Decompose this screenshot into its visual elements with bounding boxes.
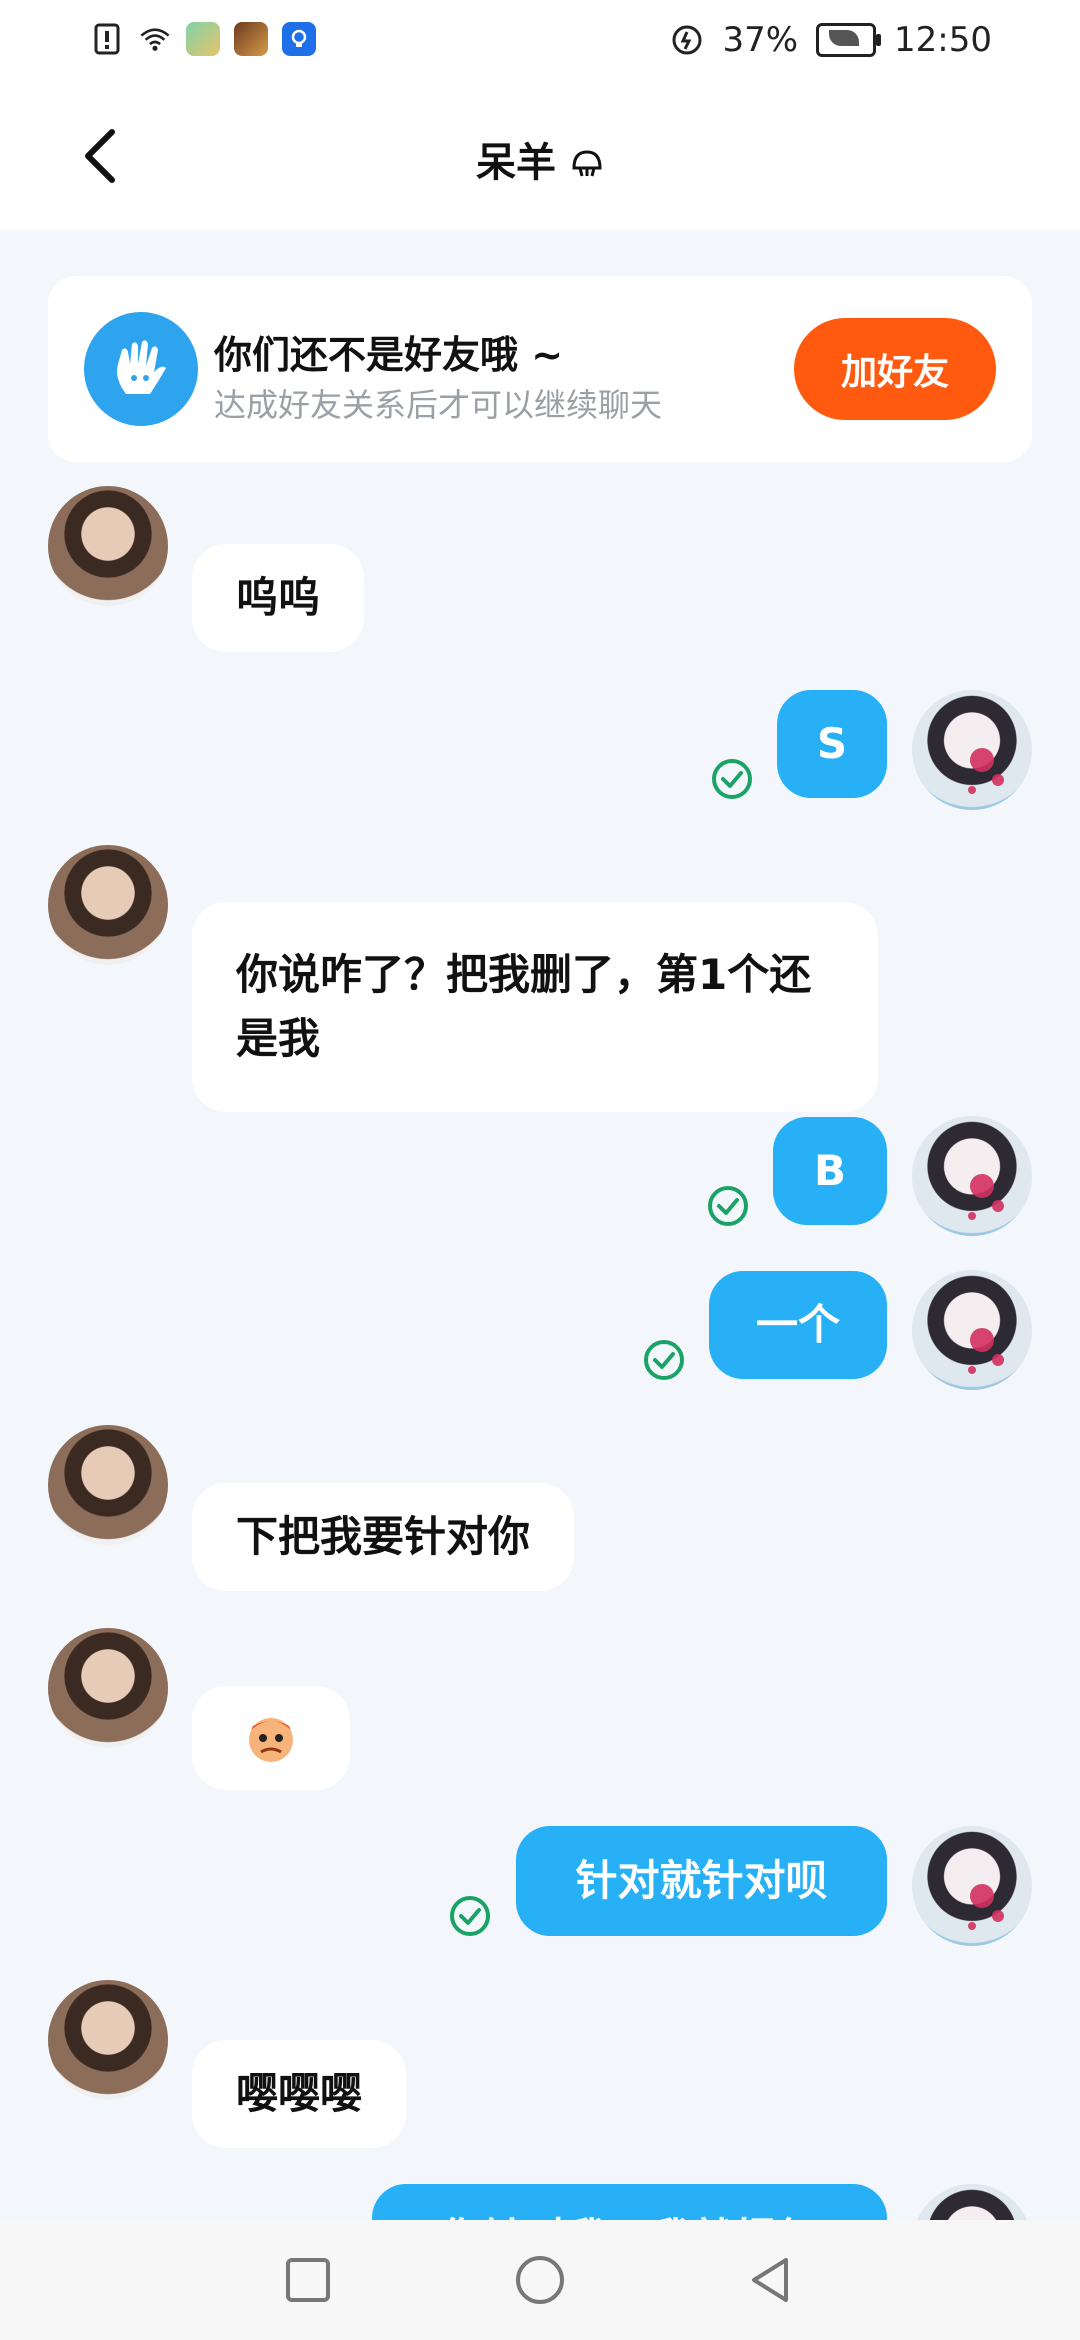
bulb-app-icon: [282, 22, 316, 56]
clock: 12:50: [894, 20, 992, 60]
message-text: S: [816, 719, 848, 768]
message-text: 针对就针对呗: [575, 1856, 828, 1905]
banner-title: 你们还不是好友哦 ~: [214, 333, 564, 377]
message-bubble-incoming[interactable]: 呜呜: [192, 544, 365, 652]
game-app-2-icon: [234, 22, 268, 56]
message-bubble-outgoing[interactable]: 针对就针对呗: [516, 1826, 887, 1936]
message-bubble-outgoing[interactable]: S: [777, 690, 887, 798]
waving-hand-icon: [84, 312, 198, 426]
battery-icon: [816, 23, 882, 57]
my-avatar[interactable]: [912, 1116, 1032, 1236]
message-text: 一个: [755, 1300, 840, 1349]
message-bubble-incoming[interactable]: 下把我要针对你: [192, 1483, 575, 1591]
chat-title: 呆羊: [0, 130, 1080, 188]
message-text: 呜呜: [236, 573, 321, 622]
status-bar: 37% 12:50: [0, 0, 1080, 86]
status-icons-right: 37% 12:50: [670, 20, 992, 60]
contact-avatar[interactable]: [48, 845, 168, 965]
battery-percent: 37%: [722, 20, 799, 60]
contact-avatar[interactable]: [48, 1980, 168, 2100]
message-text: 你说咋了？把我删了，第1个还是我: [236, 950, 812, 1063]
message-bubble-incoming[interactable]: [192, 1686, 350, 1790]
message-bubble-incoming[interactable]: 嘤嘤嘤: [192, 2040, 407, 2148]
read-check-icon: [644, 1340, 684, 1380]
my-avatar[interactable]: [912, 1826, 1032, 1946]
system-nav-bar: [0, 2220, 1080, 2340]
message-text: 嘤嘤嘤: [236, 2069, 363, 2118]
wifi-icon: [138, 22, 172, 56]
game-app-icon: [186, 22, 220, 56]
back-nav-button[interactable]: [738, 2248, 802, 2312]
monkey-sticker-icon: [249, 1718, 293, 1762]
read-check-icon: [712, 759, 752, 799]
chat-header: 呆羊: [0, 86, 1080, 230]
message-text: B: [813, 1146, 846, 1195]
message-bubble-outgoing[interactable]: B: [773, 1117, 887, 1225]
battery-saver-icon: [672, 25, 702, 55]
shell-icon: [572, 150, 602, 177]
banner-subtitle: 达成好友关系后才可以继续聊天: [214, 386, 663, 424]
not-friends-banner: 你们还不是好友哦 ~ 达成好友关系后才可以继续聊天 加好友: [48, 276, 1032, 462]
contact-avatar[interactable]: [48, 486, 168, 606]
status-icons-left: [90, 22, 316, 56]
message-bubble-outgoing[interactable]: 一个: [709, 1271, 887, 1379]
home-icon: [516, 2256, 564, 2304]
message-bubble-incoming[interactable]: 你说咋了？把我删了，第1个还是我: [192, 902, 878, 1112]
my-avatar[interactable]: [912, 1270, 1032, 1390]
contact-avatar[interactable]: [48, 1628, 168, 1748]
recent-apps-button[interactable]: [276, 2248, 340, 2312]
sim-alert-icon: [90, 22, 124, 56]
back-icon: [752, 2258, 788, 2302]
recent-apps-icon: [286, 2258, 330, 2302]
read-check-icon: [708, 1186, 748, 1226]
home-button[interactable]: [508, 2248, 572, 2312]
read-check-icon: [450, 1896, 490, 1936]
my-avatar[interactable]: [912, 690, 1032, 810]
message-text: 下把我要针对你: [236, 1512, 531, 1561]
add-friend-button[interactable]: 加好友: [794, 318, 996, 420]
contact-name: 呆羊: [476, 140, 557, 186]
contact-avatar[interactable]: [48, 1425, 168, 1545]
